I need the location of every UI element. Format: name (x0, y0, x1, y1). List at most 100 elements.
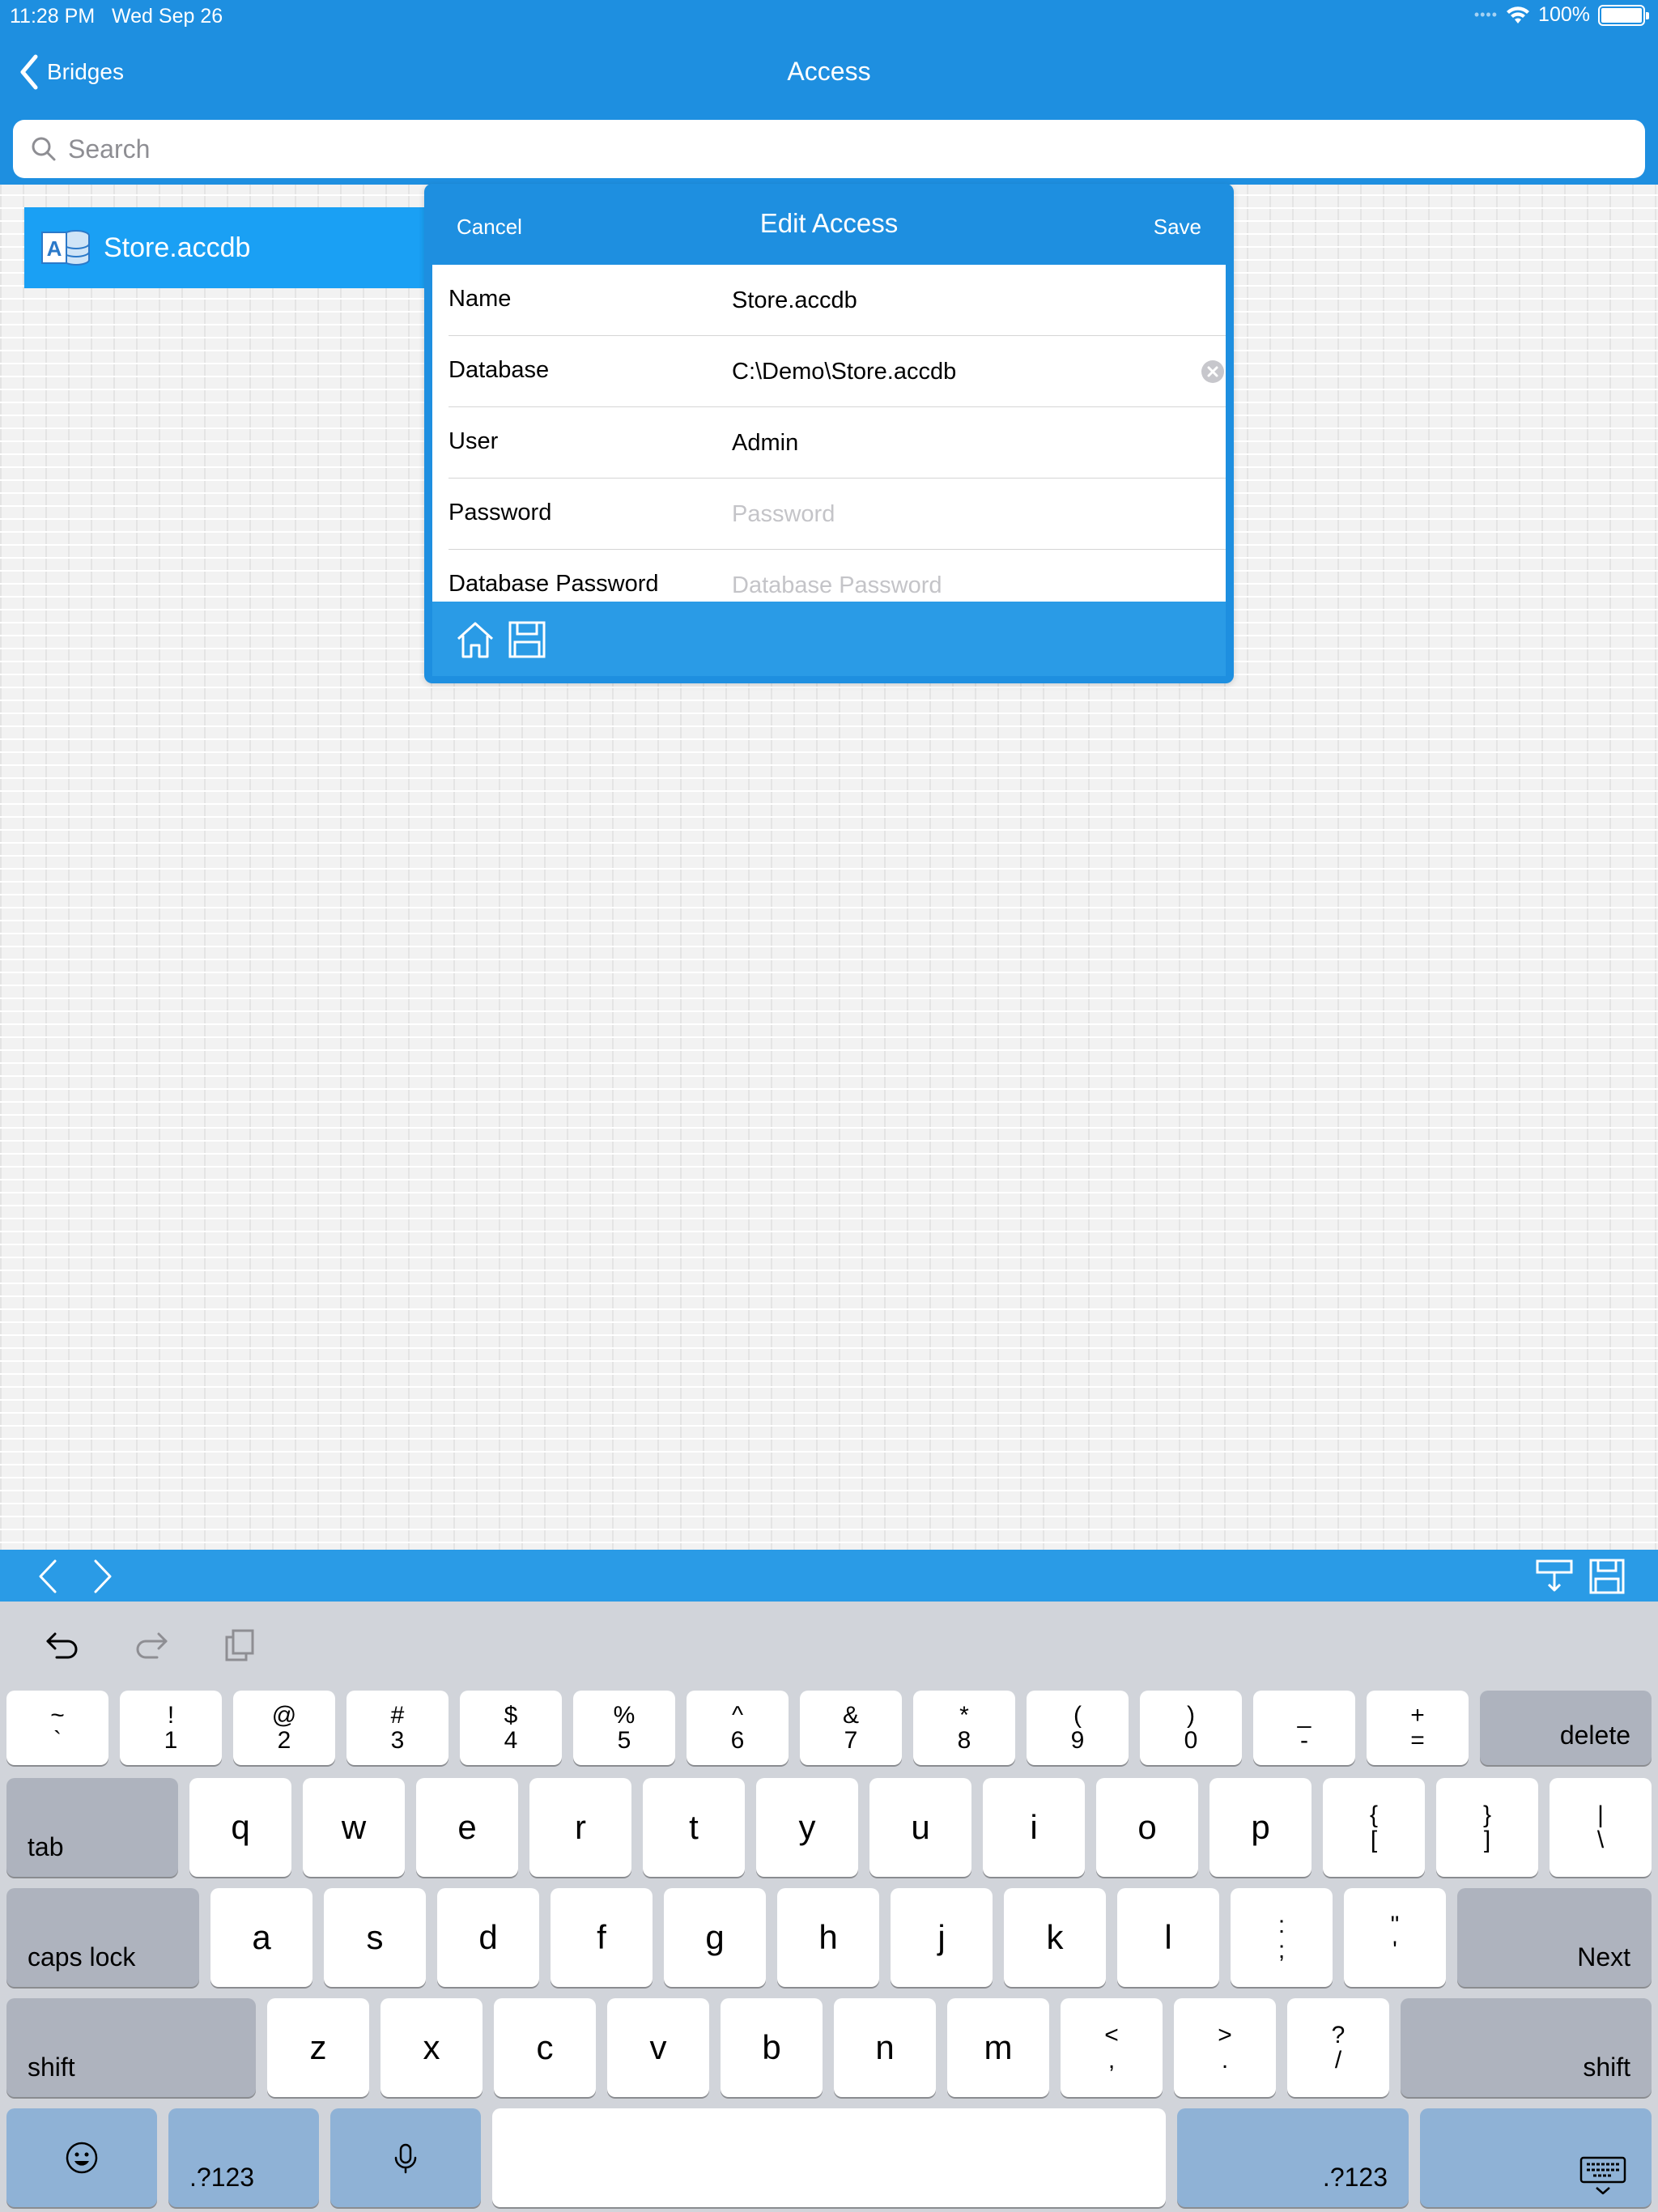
emoji-icon (66, 2142, 98, 2174)
key-l[interactable]: l (1117, 1888, 1219, 1987)
key-n[interactable]: n (834, 1998, 936, 2097)
dialog-toolbar (432, 602, 1226, 676)
key-p[interactable]: p (1209, 1778, 1312, 1877)
key-equals[interactable]: + = (1367, 1691, 1469, 1765)
keyboard-accessory-bar (0, 1550, 1658, 1602)
key-1[interactable]: ! 1 (120, 1691, 222, 1765)
next-key[interactable]: Next (1457, 1888, 1652, 1987)
paste-icon[interactable] (220, 1626, 259, 1665)
key-r[interactable]: r (529, 1778, 631, 1877)
form-row-name: Name (449, 265, 1226, 336)
cellular-dots-icon: •••• (1473, 6, 1499, 23)
key-v[interactable]: v (607, 1998, 709, 2097)
key-minus[interactable]: _ - (1253, 1691, 1355, 1765)
caps-lock-key[interactable]: caps lock (6, 1888, 199, 1987)
status-time: 11:28 PM (10, 5, 96, 28)
dictation-key[interactable] (330, 2108, 481, 2207)
user-field[interactable] (732, 419, 1185, 467)
top-bar: 11:28 PM Wed Sep 26 •••• 100% Bridges Ac… (0, 0, 1658, 185)
search-icon (32, 137, 56, 161)
key-c[interactable]: c (494, 1998, 596, 2097)
save-floppy-icon[interactable] (1588, 1558, 1626, 1595)
battery-percent: 100% (1538, 3, 1590, 26)
key-w[interactable]: w (303, 1778, 405, 1877)
key-i[interactable]: i (983, 1778, 1085, 1877)
search-bar[interactable] (13, 120, 1645, 178)
key-9[interactable]: (9 (1027, 1691, 1129, 1765)
dialog-title: Edit Access (759, 208, 899, 238)
key-f[interactable]: f (551, 1888, 653, 1987)
home-icon[interactable] (455, 619, 495, 660)
key-comma[interactable]: <, (1061, 1998, 1163, 2097)
search-input[interactable] (68, 134, 1606, 164)
key-3[interactable]: #3 (346, 1691, 449, 1765)
key-slash[interactable]: ? / (1287, 1998, 1389, 2097)
previous-field-icon[interactable] (36, 1558, 60, 1595)
key-0[interactable]: ) 0 (1140, 1691, 1242, 1765)
key-z[interactable]: z (267, 1998, 369, 2097)
key-o[interactable]: o (1096, 1778, 1198, 1877)
shift-right-key[interactable]: shift (1401, 1998, 1652, 2097)
key-4[interactable]: $4 (460, 1691, 562, 1765)
password-field[interactable] (732, 490, 1185, 538)
key-m[interactable]: m (947, 1998, 1049, 2097)
undo-icon[interactable] (44, 1626, 83, 1665)
key-q[interactable]: q (189, 1778, 291, 1877)
key-y[interactable]: y (756, 1778, 858, 1877)
field-label-user: User (449, 428, 499, 454)
form-row-user: User (449, 407, 1226, 479)
key-h[interactable]: h (777, 1888, 879, 1987)
key-g[interactable]: g (664, 1888, 766, 1987)
key-7[interactable]: & 7 (800, 1691, 902, 1765)
key-left-bracket[interactable]: {[ (1323, 1778, 1425, 1877)
emoji-key[interactable] (6, 2108, 157, 2207)
key-e[interactable]: e (416, 1778, 518, 1877)
database-field[interactable] (732, 347, 1185, 396)
key-2[interactable]: @2 (233, 1691, 335, 1765)
numbers-key-left[interactable]: .?123 (168, 2108, 319, 2207)
key-j[interactable]: j (891, 1888, 993, 1987)
key-x[interactable]: x (380, 1998, 483, 2097)
key-quote[interactable]: " ' (1344, 1888, 1446, 1987)
key-right-bracket[interactable]: }] (1436, 1778, 1538, 1877)
key-6[interactable]: ^ 6 (687, 1691, 789, 1765)
dialog-header: Cancel Edit Access Save (424, 184, 1234, 265)
key-period[interactable]: >. (1174, 1998, 1276, 2097)
key-a[interactable]: a (210, 1888, 312, 1987)
space-bar[interactable] (492, 2108, 1166, 2207)
clear-text-button[interactable] (1201, 360, 1224, 383)
delete-key[interactable]: delete (1480, 1691, 1652, 1765)
shift-left-key[interactable]: shift (6, 1998, 256, 2097)
tab-key[interactable]: tab (6, 1778, 178, 1877)
numbers-key-right[interactable]: .?123 (1177, 2108, 1409, 2207)
key-u[interactable]: u (869, 1778, 971, 1877)
next-field-icon[interactable] (91, 1558, 115, 1595)
list-item-label: Store.accdb (104, 232, 251, 263)
key-k[interactable]: k (1004, 1888, 1106, 1987)
status-date: Wed Sep 26 (112, 5, 223, 28)
key-d[interactable]: d (437, 1888, 539, 1987)
database-password-field[interactable] (732, 561, 1185, 602)
microphone-icon (394, 2143, 417, 2174)
key-t[interactable]: t (643, 1778, 745, 1877)
key-5[interactable]: % 5 (573, 1691, 675, 1765)
redo-icon[interactable] (131, 1626, 170, 1665)
field-label-name: Name (449, 286, 512, 312)
list-item-store-accdb[interactable]: A Store.accdb (24, 207, 429, 288)
field-label-database: Database (449, 357, 550, 383)
keyboard-dismiss-icon (1579, 2156, 1626, 2195)
key-s[interactable]: s (324, 1888, 426, 1987)
name-field[interactable] (732, 276, 1185, 325)
key-8[interactable]: * 8 (913, 1691, 1015, 1765)
key-b[interactable]: b (721, 1998, 823, 2097)
save-floppy-icon[interactable] (507, 619, 547, 660)
key-backtick[interactable]: ~ ` (6, 1691, 108, 1765)
hide-keyboard-icon[interactable] (1535, 1558, 1574, 1595)
keyboard-dismiss-key[interactable] (1420, 2108, 1652, 2207)
key-backslash[interactable]: | \ (1550, 1778, 1652, 1877)
page-title: Access (787, 57, 871, 86)
clear-icon (1207, 366, 1218, 377)
key-semicolon[interactable]: :; (1231, 1888, 1333, 1987)
save-button[interactable]: Save (1154, 215, 1201, 240)
field-label-database-password: Database Password (449, 571, 659, 597)
